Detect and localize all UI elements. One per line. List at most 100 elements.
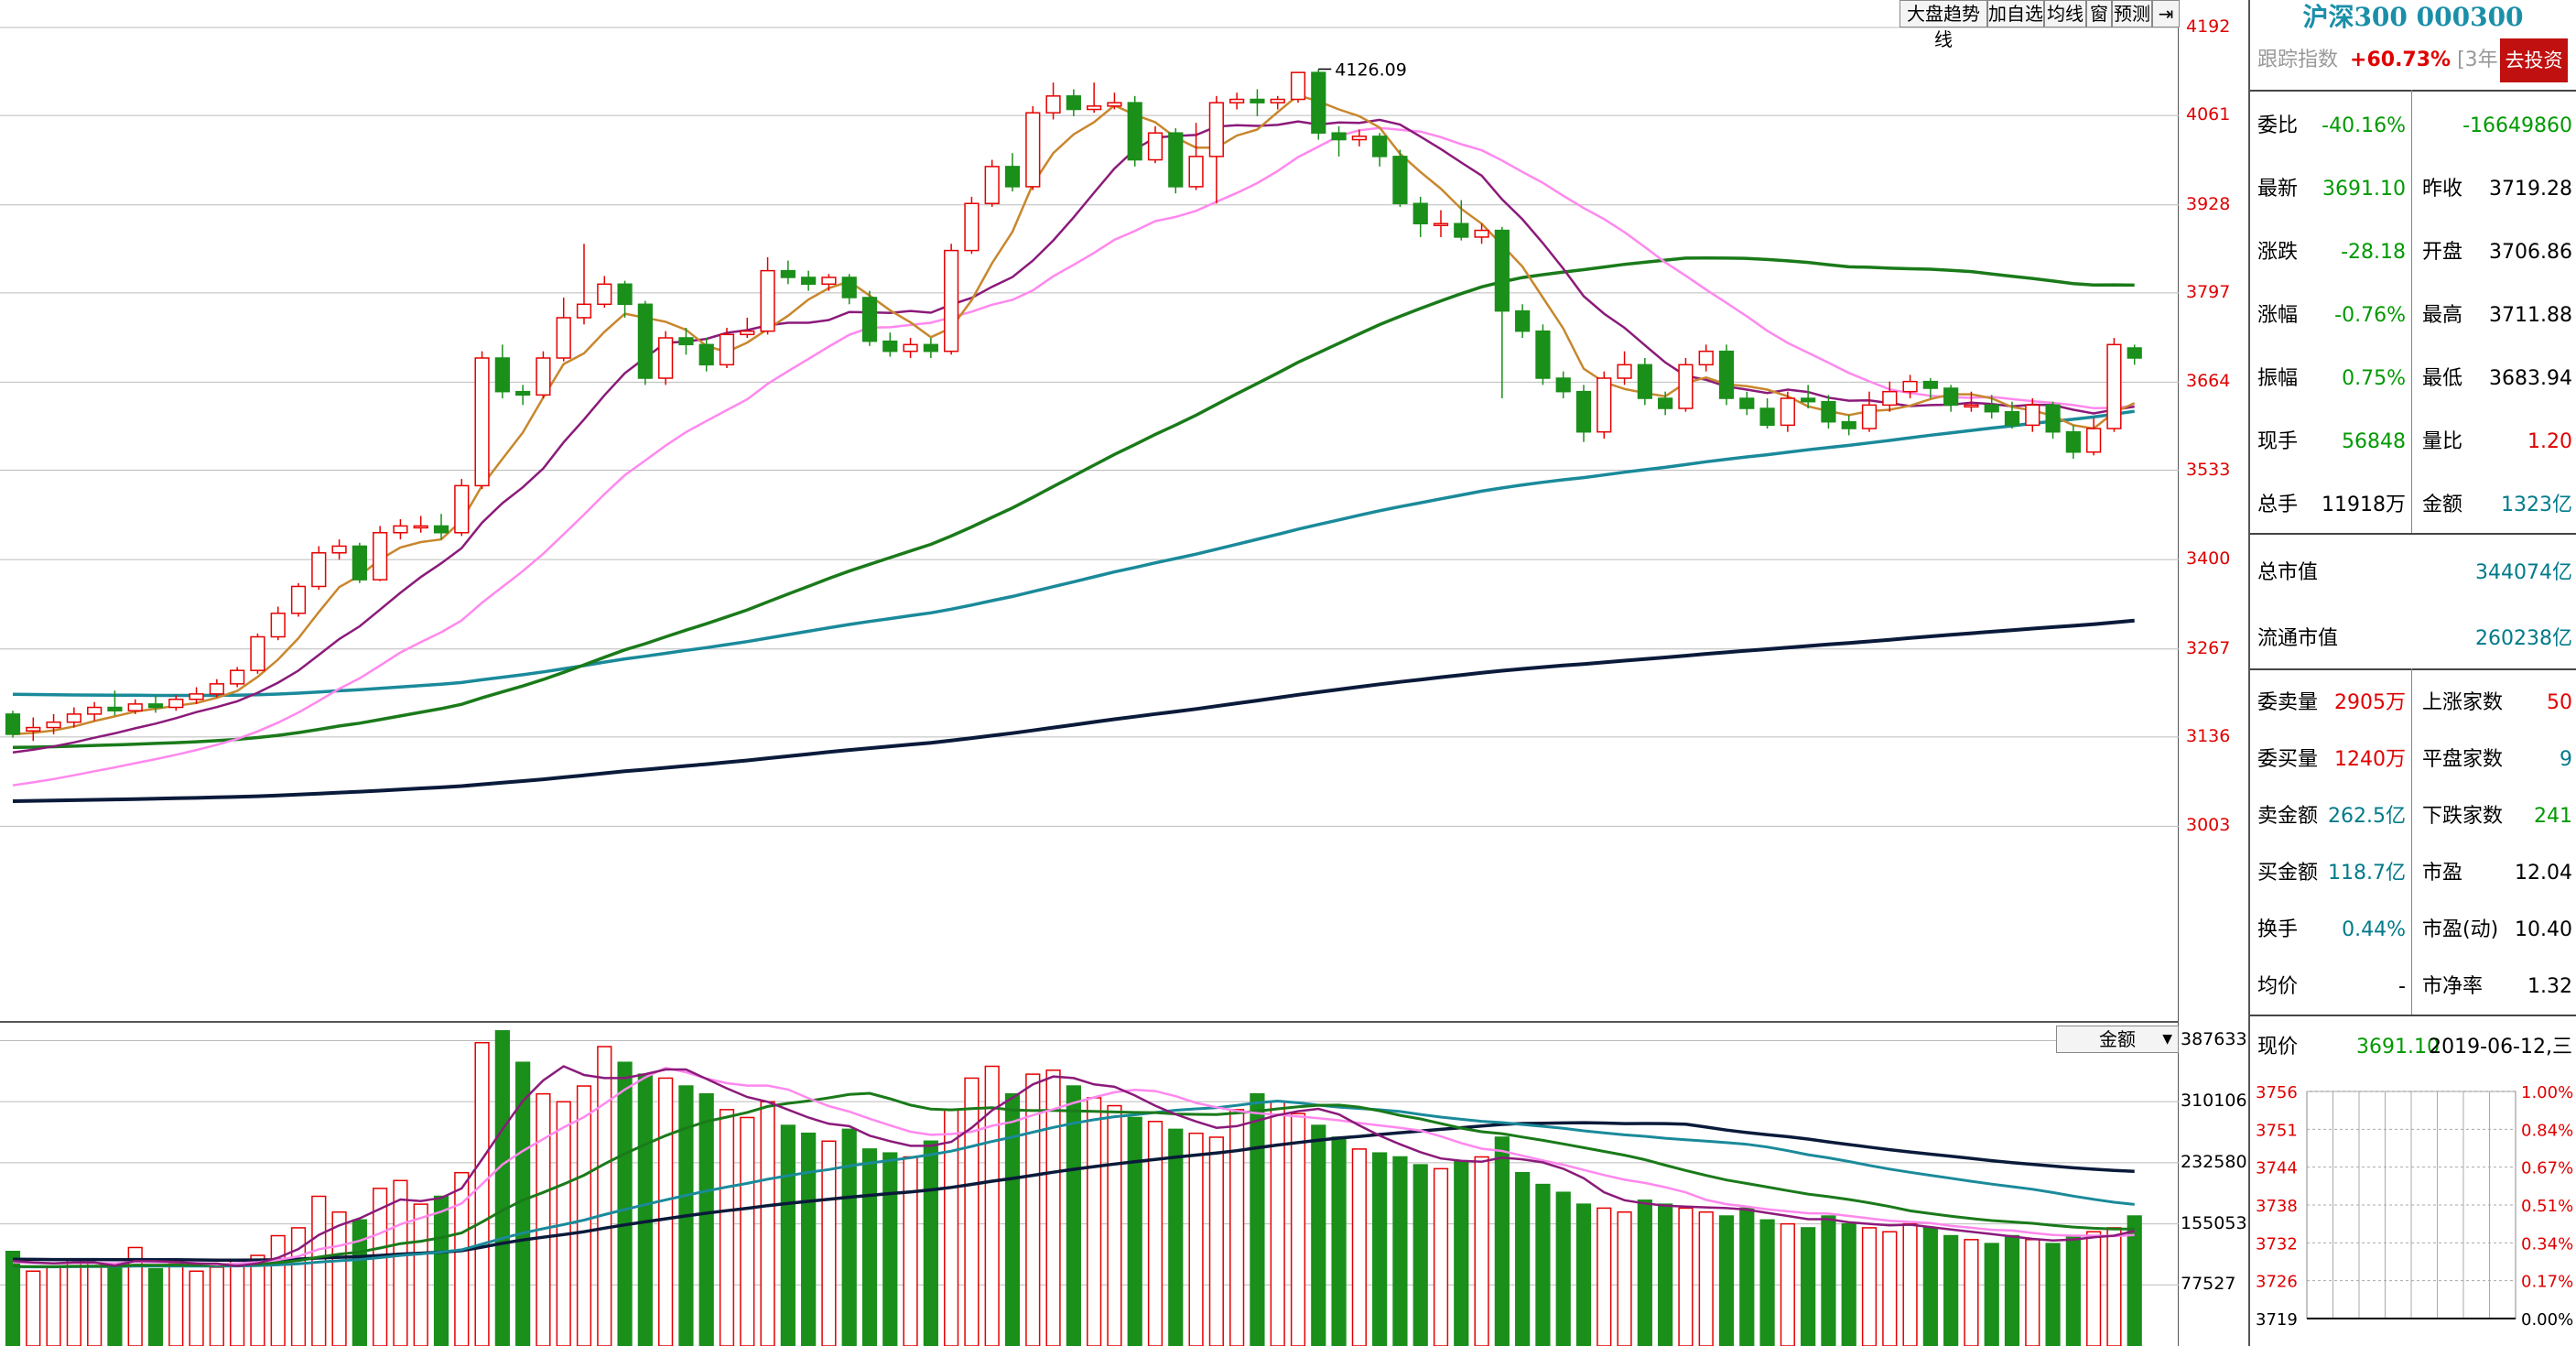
quote-label: 下跌家数	[2422, 805, 2504, 828]
quote-row: 涨跌 -28.18 开盘 3706.86	[2257, 234, 2572, 271]
quote-label: 涨跌	[2257, 241, 2299, 264]
candle	[2127, 347, 2142, 359]
quote-label: 平盘家数	[2422, 748, 2504, 771]
volume-bar	[1515, 1171, 1531, 1346]
volume-type-select[interactable]: 金额 ▼	[2056, 1026, 2179, 1053]
quote-row: 最新 3691.10 昨收 3719.28	[2257, 171, 2572, 208]
volume-bar	[597, 1046, 612, 1346]
window-button[interactable]: 窗	[2086, 0, 2112, 27]
high-marker-label: 4126.09	[1335, 60, 1407, 80]
volume-bar	[882, 1152, 898, 1346]
quote-value: 1.20	[2527, 430, 2572, 453]
quote-value: 262.5亿	[2328, 805, 2406, 828]
volume-bar	[87, 1262, 103, 1346]
candle	[1821, 400, 1836, 423]
candle	[719, 333, 735, 366]
volume-bar	[1596, 1207, 1612, 1346]
candle	[1718, 350, 1735, 399]
volume-bar	[1678, 1207, 1694, 1346]
candle	[2106, 343, 2122, 429]
volume-bar	[2025, 1239, 2040, 1346]
quote-label: 委卖量	[2257, 691, 2319, 714]
volume-bar	[1759, 1219, 1775, 1346]
market-cap-row: 总市值 344074亿	[2257, 555, 2572, 592]
candle	[658, 337, 674, 379]
volume-bar	[801, 1132, 817, 1346]
ma-button[interactable]: 均线	[2044, 0, 2086, 27]
candle	[1801, 397, 1816, 403]
invest-button[interactable]: 去投资	[2500, 38, 2568, 82]
price-tick: 3664	[2186, 371, 2231, 392]
volume-bar	[494, 1030, 510, 1346]
volume-bar	[250, 1254, 265, 1346]
candle	[1494, 229, 1510, 312]
quote-value: 118.7亿	[2328, 862, 2406, 885]
volume-bar	[1658, 1203, 1673, 1346]
volume-bar	[1372, 1152, 1388, 1346]
ma60-line	[12, 256, 2135, 750]
volume-bar	[474, 1041, 490, 1346]
volume-bar	[1637, 1199, 1652, 1346]
order-row: 卖金额 262.5亿 下跌家数 241	[2257, 798, 2572, 835]
price-tick: 3003	[2186, 815, 2231, 836]
candle	[536, 357, 551, 396]
mini-price-tick: 3751	[2256, 1121, 2298, 1140]
candle	[1474, 229, 1489, 238]
volume-bar	[1718, 1215, 1735, 1346]
candle	[1208, 102, 1224, 157]
volume-bar	[1433, 1167, 1449, 1346]
candle	[1555, 377, 1571, 393]
volume-bar	[1964, 1239, 1979, 1346]
quote-value: 344074亿	[2475, 561, 2572, 584]
quote-value: 1.32	[2527, 975, 2572, 998]
kline-chart[interactable]: 4126.09	[0, 0, 2179, 1346]
quote-label: 换手	[2257, 918, 2299, 941]
volume-bar	[107, 1266, 123, 1346]
candle	[760, 269, 775, 332]
candle	[1087, 105, 1102, 111]
volume-bar	[1821, 1215, 1836, 1346]
mini-pct-tick: 0.67%	[2521, 1159, 2573, 1178]
price-tick: 3928	[2186, 193, 2231, 214]
candle	[1188, 156, 1204, 188]
volume-tick: 310106	[2181, 1091, 2247, 1112]
candle	[1678, 364, 1694, 409]
volume-bar	[1943, 1234, 1959, 1346]
quote-value: -0.76%	[2334, 304, 2406, 327]
quote-label: 市净率	[2422, 975, 2484, 998]
volume-bar	[923, 1140, 938, 1346]
mini-price-tick: 3732	[2256, 1234, 2298, 1254]
candle	[597, 283, 612, 306]
mini-price-tick: 3744	[2256, 1159, 2298, 1178]
candle	[87, 706, 103, 715]
quote-label: 振幅	[2257, 367, 2299, 390]
quote-label: 上涨家数	[2422, 691, 2504, 714]
candle	[1902, 380, 1918, 393]
price-tick: 3797	[2186, 281, 2231, 302]
quote-label: 均价	[2257, 975, 2299, 998]
forecast-button[interactable]: 预测	[2112, 0, 2152, 27]
order-row: 换手 0.44% 市盈(动) 10.40	[2257, 912, 2572, 949]
intraday-mini-chart[interactable]: 3756 1.00% 3751 0.84% 3744 0.67% 3738 0.51% 3732…	[2250, 1071, 2576, 1346]
quote-label: 流通市值	[2257, 627, 2339, 650]
candle	[556, 317, 571, 359]
volume-bar	[1311, 1124, 1326, 1346]
pin-icon[interactable]: ⇥	[2152, 0, 2180, 27]
candle	[617, 283, 633, 306]
quote-row: 总手 11918万 金额 1323亿	[2257, 487, 2572, 524]
candle	[1147, 132, 1164, 161]
quote-label: 买金额	[2257, 862, 2319, 885]
quote-value: 3711.88	[2489, 304, 2572, 327]
candle	[393, 525, 408, 534]
market-cap-row: 流通市值 260238亿	[2257, 621, 2572, 657]
quote-value: 9	[2560, 748, 2572, 771]
candle	[576, 303, 592, 319]
volume-bar	[1331, 1136, 1347, 1346]
quote-label: 金额	[2422, 494, 2463, 516]
track-period: [3年]	[2457, 49, 2506, 71]
volume-bar	[515, 1061, 531, 1346]
price-tick: 3400	[2186, 548, 2231, 570]
candle	[1882, 390, 1898, 407]
add-favorite-button[interactable]: 加自选	[1987, 0, 2044, 27]
trend-line-button[interactable]: 大盘趋势线	[1900, 0, 1987, 50]
